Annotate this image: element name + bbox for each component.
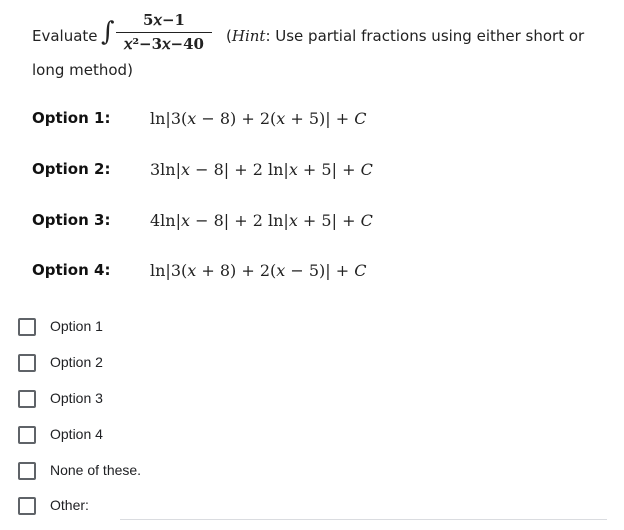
choice-option-4[interactable]: Option 4 xyxy=(16,422,616,448)
hint-word: Hint xyxy=(231,27,266,45)
option-row: Option 1: ln|3(𝑥 − 8) + 2(𝑥 + 5)| + 𝐶 xyxy=(32,109,592,131)
checkbox[interactable] xyxy=(18,318,36,336)
option-row: Option 2: 3ln|𝑥 − 8| + 2 ln|𝑥 + 5| + 𝐶 xyxy=(32,160,592,182)
checkbox[interactable] xyxy=(18,426,36,444)
question-prefix: Evaluate xyxy=(32,27,98,45)
option-label: Option 1: xyxy=(32,109,111,127)
option-label: Option 4: xyxy=(32,261,111,279)
option-label: Option 2: xyxy=(32,160,111,178)
question-stem: Evaluate ∫ 5𝑥−1 𝑥²−3𝑥−40 (Hint: Use part… xyxy=(0,0,624,300)
hint-text: (Hint: Use partial fractions using eithe… xyxy=(226,27,584,45)
choice-other[interactable]: Other: xyxy=(16,493,116,519)
fraction-bar xyxy=(116,32,212,33)
choice-option-2[interactable]: Option 2 xyxy=(16,350,616,376)
option-label: Option 3: xyxy=(32,211,111,229)
option-row: Option 3: 4ln|𝑥 − 8| + 2 ln|𝑥 + 5| + 𝐶 xyxy=(32,211,592,233)
choice-none-of-these[interactable]: None of these. xyxy=(16,458,616,484)
choice-label: Other: xyxy=(50,497,89,513)
option-expression: 3ln|𝑥 − 8| + 2 ln|𝑥 + 5| + 𝐶 xyxy=(150,160,373,179)
choice-label: Option 4 xyxy=(50,426,103,442)
choice-option-1[interactable]: Option 1 xyxy=(16,314,616,340)
other-text-input[interactable] xyxy=(120,505,607,520)
choice-label: Option 2 xyxy=(50,354,103,370)
checkbox[interactable] xyxy=(18,354,36,372)
fraction-denominator: 𝑥²−3𝑥−40 xyxy=(124,35,204,53)
checkbox[interactable] xyxy=(18,497,36,515)
choice-label: Option 3 xyxy=(50,390,103,406)
checkbox[interactable] xyxy=(18,390,36,408)
hint-body: : Use partial fractions using either sho… xyxy=(265,27,585,45)
option-expression: ln|3(𝑥 − 8) + 2(𝑥 + 5)| + 𝐶 xyxy=(150,109,367,128)
hint-continuation: long method) xyxy=(32,61,133,79)
choice-option-3[interactable]: Option 3 xyxy=(16,386,616,412)
integrand-fraction: 5𝑥−1 𝑥²−3𝑥−40 xyxy=(116,10,212,54)
choice-label: None of these. xyxy=(50,462,142,478)
integral-symbol: ∫ xyxy=(101,17,115,47)
option-row: Option 4: ln|3(𝑥 + 8) + 2(𝑥 − 5)| + 𝐶 xyxy=(32,261,592,283)
checkbox[interactable] xyxy=(18,462,36,480)
choice-label: Option 1 xyxy=(50,318,103,334)
fraction-numerator: 5𝑥−1 xyxy=(143,11,185,29)
option-expression: 4ln|𝑥 − 8| + 2 ln|𝑥 + 5| + 𝐶 xyxy=(150,211,373,230)
option-expression: ln|3(𝑥 + 8) + 2(𝑥 − 5)| + 𝐶 xyxy=(150,261,367,280)
